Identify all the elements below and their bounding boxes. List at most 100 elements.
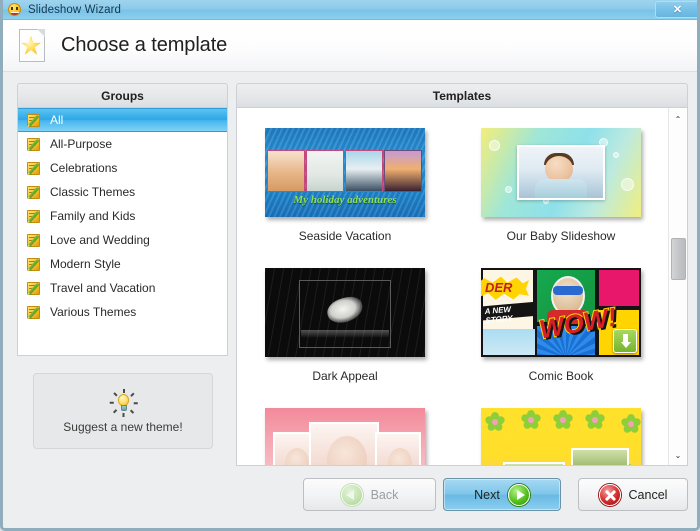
templates-panel-header: Templates: [236, 83, 688, 108]
scroll-up-icon[interactable]: ⌃: [669, 110, 687, 128]
group-item-modern-style[interactable]: Modern Style: [18, 252, 227, 276]
template-name: Dark Appeal: [312, 369, 378, 383]
note-pencil-icon: [27, 185, 42, 200]
template-card[interactable]: [237, 388, 453, 465]
bubble-decoration: [613, 152, 619, 158]
photo-strip: [267, 150, 423, 192]
templates-scroll-area: My holiday adventures Seaside Vacation Our…: [237, 108, 669, 465]
flower-decoration: [484, 412, 506, 433]
group-item-family-and-kids[interactable]: Family and Kids: [18, 204, 227, 228]
comic-text-2: A NEW STORY: [484, 304, 514, 326]
suggest-new-theme-button[interactable]: Suggest a new theme!: [33, 373, 213, 449]
bulb-ray: [113, 392, 118, 397]
template-thumbnail[interactable]: [481, 128, 641, 217]
next-button-label: Next: [474, 487, 500, 502]
group-item-love-and-wedding[interactable]: Love and Wedding: [18, 228, 227, 252]
comic-text-1: DER: [485, 280, 513, 295]
template-photo-tile: [345, 150, 383, 192]
note-pencil-icon: [27, 209, 42, 224]
template-photo-tile: [375, 432, 421, 465]
page-title: Choose a template: [61, 34, 228, 56]
arrow-right-circle-icon: [507, 483, 530, 506]
note-pencil-icon: [27, 281, 42, 296]
group-item-label: All: [50, 113, 64, 127]
template-thumbnail[interactable]: My holiday adventures: [265, 128, 425, 217]
group-item-classic-themes[interactable]: Classic Themes: [18, 180, 227, 204]
note-pencil-icon: [27, 233, 42, 248]
bulb-ray: [109, 402, 114, 404]
comic-panel: [597, 268, 641, 308]
arrow-left-circle-icon: [340, 483, 363, 506]
note-pencil-icon: [27, 257, 42, 272]
scrollbar-thumb[interactable]: [671, 238, 686, 281]
download-badge-icon[interactable]: [613, 329, 637, 353]
template-thumbnail[interactable]: [265, 268, 425, 357]
template-thumbnail[interactable]: [265, 408, 425, 465]
group-item-label: Travel and Vacation: [50, 281, 156, 295]
group-item-label: Various Themes: [50, 305, 137, 319]
star-document-icon: [19, 28, 49, 63]
group-item-label: Classic Themes: [50, 185, 136, 199]
template-thumbnail[interactable]: DER A NEW STORY WOW!: [481, 268, 641, 357]
template-card[interactable]: [453, 388, 669, 465]
comic-panel: DER A NEW STORY: [481, 268, 540, 357]
note-pencil-icon: [27, 305, 42, 320]
template-photo-tile: [306, 150, 344, 192]
note-pencil-icon: [27, 161, 42, 176]
template-name: Our Baby Slideshow: [506, 229, 616, 243]
bulb-ray: [133, 402, 138, 404]
bulb-ray: [123, 389, 125, 393]
bulb-ray: [113, 409, 118, 414]
next-button[interactable]: Next: [443, 478, 561, 511]
lightbulb-icon: [108, 388, 138, 418]
template-reflection: [301, 330, 389, 338]
app-smiley-icon: [7, 2, 23, 18]
bulb-ray: [130, 392, 135, 397]
template-card[interactable]: Our Baby Slideshow: [453, 108, 669, 248]
flower-decoration: [520, 410, 542, 431]
template-name: Seaside Vacation: [298, 229, 392, 243]
back-button[interactable]: Back: [303, 478, 436, 511]
group-item-label: All-Purpose: [50, 137, 113, 151]
note-pencil-icon: [27, 113, 42, 128]
template-card[interactable]: Dark Appeal: [237, 248, 453, 388]
group-item-label: Modern Style: [50, 257, 121, 271]
template-card[interactable]: My holiday adventures Seaside Vacation: [237, 108, 453, 248]
templates-panel: My holiday adventures Seaside Vacation Our…: [236, 108, 688, 466]
flower-decoration: [552, 410, 574, 431]
group-item-all[interactable]: All: [18, 108, 227, 132]
bubble-decoration: [489, 140, 500, 151]
groups-panel-header: Groups: [17, 83, 228, 108]
template-photo-tile: [267, 150, 305, 192]
wizard-footer: Back Next Cancel: [3, 469, 697, 528]
bulb-ray: [130, 409, 135, 414]
flower-decoration: [584, 410, 606, 431]
group-item-all-purpose[interactable]: All-Purpose: [18, 132, 227, 156]
flower-decoration: [620, 414, 641, 435]
wizard-header: Choose a template: [3, 20, 697, 72]
cancel-button[interactable]: Cancel: [578, 478, 688, 511]
group-item-label: Love and Wedding: [50, 233, 150, 247]
templates-scrollbar[interactable]: ⌃ ⌄: [668, 108, 687, 465]
group-item-various-themes[interactable]: Various Themes: [18, 300, 227, 324]
slideshow-wizard-window: Slideshow Wizard ✕ Choose a template Gro…: [0, 0, 700, 531]
template-photo-tile: [384, 150, 422, 192]
bulb-ray: [123, 413, 125, 417]
group-item-label: Celebrations: [50, 161, 118, 175]
back-button-label: Back: [370, 487, 399, 502]
template-photo-tile: [309, 422, 379, 465]
template-caption-text: My holiday adventures: [293, 194, 397, 206]
template-name: Comic Book: [528, 369, 594, 383]
template-card[interactable]: DER A NEW STORY WOW! Comic Book: [453, 248, 669, 388]
scroll-down-icon[interactable]: ⌄: [669, 446, 687, 464]
group-item-celebrations[interactable]: Celebrations: [18, 156, 227, 180]
window-title: Slideshow Wizard: [28, 3, 121, 16]
group-item-travel-and-vacation[interactable]: Travel and Vacation: [18, 276, 227, 300]
cancel-button-label: Cancel: [628, 487, 668, 502]
template-photo-tile: [503, 462, 565, 465]
note-pencil-icon: [27, 137, 42, 152]
close-icon[interactable]: ✕: [655, 1, 697, 18]
window-titlebar: Slideshow Wizard ✕: [3, 0, 697, 20]
template-thumbnail[interactable]: [481, 408, 641, 465]
template-photo-tile: [571, 448, 629, 465]
